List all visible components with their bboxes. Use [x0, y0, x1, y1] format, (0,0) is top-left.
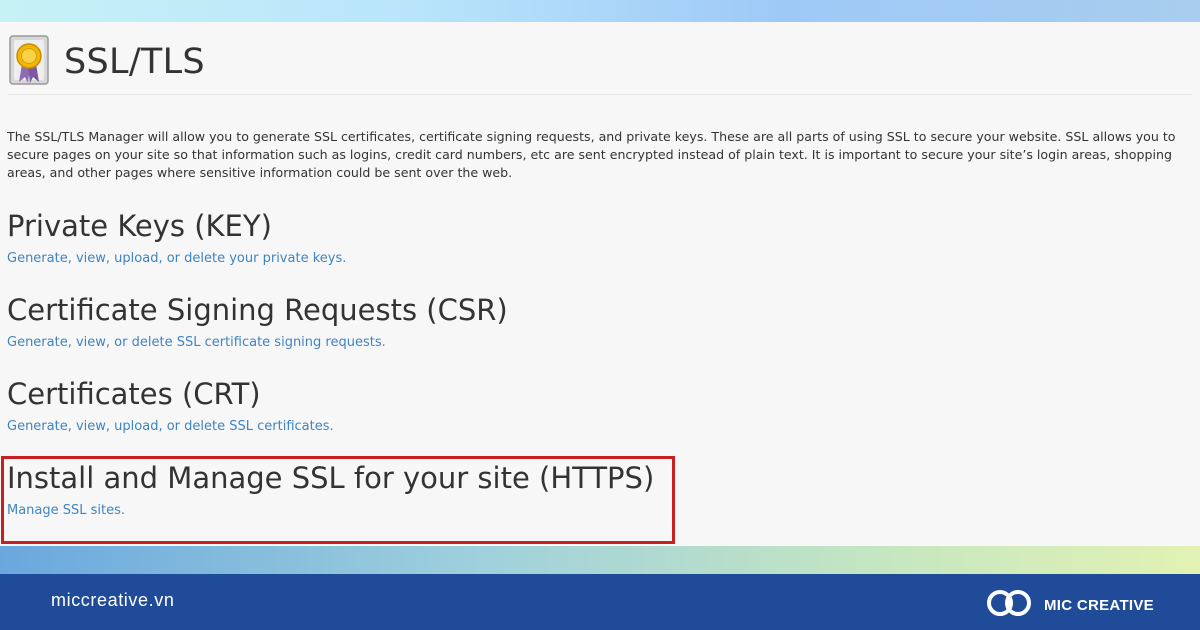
footer: miccreative.vn MIC CREATIVE [0, 574, 1200, 630]
section-heading: Certificate Signing Requests (CSR) [7, 293, 508, 327]
section-heading: Certificates (CRT) [7, 377, 261, 411]
brand: MIC CREATIVE [984, 588, 1154, 622]
intro-text: The SSL/TLS Manager will allow you to ge… [7, 128, 1176, 180]
footer-url: miccreative.vn [51, 590, 175, 610]
manage-ssl-sites-link[interactable]: Manage SSL sites. [7, 502, 654, 520]
page-title: SSL/TLS [64, 42, 205, 82]
ssl-tls-panel: SSL/TLS The SSL/TLS Manager will allow y… [0, 22, 1200, 546]
brand-name: MIC CREATIVE [1044, 596, 1154, 614]
page-header: SSL/TLS [8, 30, 205, 92]
private-keys-section: Private Keys (KEY) Generate, view, uploa… [7, 208, 346, 268]
csr-link[interactable]: Generate, view, or delete SSL certificat… [7, 334, 508, 352]
install-manage-ssl-section: Install and Manage SSL for your site (HT… [7, 460, 654, 520]
mic-creative-logo-icon [984, 588, 1036, 622]
ssl-certificate-icon [8, 34, 52, 88]
private-keys-link[interactable]: Generate, view, upload, or delete your p… [7, 250, 346, 268]
certificates-section: Certificates (CRT) Generate, view, uploa… [7, 376, 334, 436]
decorative-band [0, 546, 1200, 574]
section-heading: Private Keys (KEY) [7, 209, 272, 243]
csr-section: Certificate Signing Requests (CSR) Gener… [7, 292, 508, 352]
certificates-link[interactable]: Generate, view, upload, or delete SSL ce… [7, 418, 334, 436]
section-heading: Install and Manage SSL for your site (HT… [7, 461, 655, 495]
title-divider [8, 94, 1192, 95]
